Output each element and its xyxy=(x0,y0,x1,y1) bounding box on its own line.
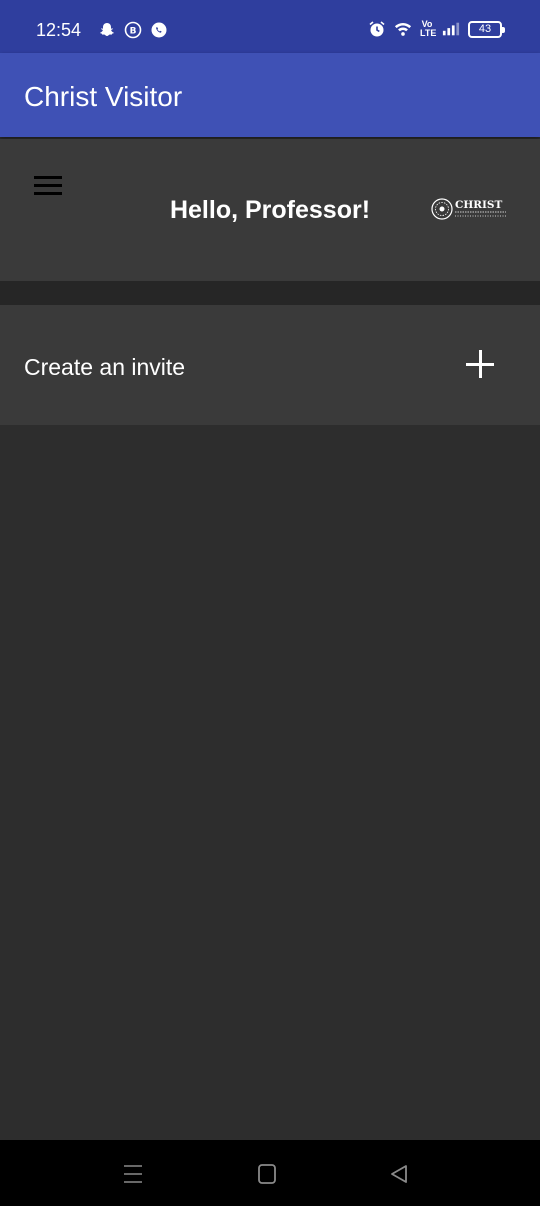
app-bar: Christ Visitor xyxy=(0,53,540,137)
volte-bottom-label: LTE xyxy=(420,28,437,38)
christ-university-logo: CHRIST xyxy=(431,198,506,220)
b-badge-icon: B xyxy=(124,21,142,39)
app-title: Christ Visitor xyxy=(24,81,183,112)
system-nav-bar xyxy=(0,1140,540,1206)
create-invite-label: Create an invite xyxy=(24,354,186,380)
plus-icon[interactable] xyxy=(466,350,494,378)
back-icon[interactable] xyxy=(387,1162,411,1186)
status-bar: 12:54 B Vo LTE 43 xyxy=(0,0,540,53)
signal-icon xyxy=(442,22,460,36)
alarm-icon xyxy=(369,21,385,37)
wifi-icon xyxy=(394,23,412,36)
volte-icon: Vo LTE xyxy=(420,20,437,38)
svg-text:B: B xyxy=(130,27,137,37)
status-time: 12:54 xyxy=(36,20,82,40)
snapchat-icon xyxy=(100,23,114,36)
notification-icons: B xyxy=(98,21,168,39)
recent-apps-icon[interactable] xyxy=(121,1162,145,1186)
create-invite-card[interactable]: Create an invite xyxy=(0,305,540,425)
system-status-icons: Vo LTE 43 xyxy=(368,20,505,38)
battery-icon: 43 xyxy=(468,20,505,38)
logo-wordmark: CHRIST xyxy=(455,199,502,211)
section-divider xyxy=(0,281,540,305)
home-icon[interactable] xyxy=(255,1162,279,1186)
hamburger-menu-icon[interactable] xyxy=(34,176,62,196)
whatsapp-business-icon xyxy=(151,22,167,38)
